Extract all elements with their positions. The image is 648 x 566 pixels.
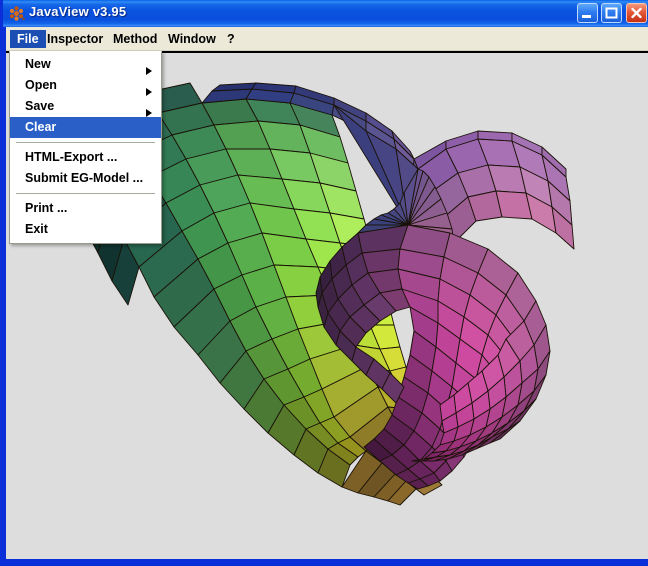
menu-item-open-label: Open — [25, 78, 57, 92]
menu-separator — [16, 142, 155, 143]
menubar-item-method[interactable]: Method — [106, 30, 164, 48]
menu-item-new-label: New — [25, 57, 51, 71]
minimize-button[interactable] — [577, 3, 598, 23]
menubar-item-help[interactable]: ? — [220, 30, 242, 48]
menu-item-html-export[interactable]: HTML-Export ... — [10, 147, 161, 168]
menu-item-save[interactable]: Save — [10, 96, 161, 117]
menu-item-save-label: Save — [25, 99, 55, 113]
menubar-item-inspector[interactable]: Inspector — [40, 30, 110, 48]
menubar-item-window[interactable]: Window — [161, 30, 223, 48]
application-window: JavaView v3.95 File Inspector Method Win… — [0, 0, 648, 566]
file-dropdown-menu[interactable]: New Open Save Clear HTML-Export ... Subm — [9, 51, 162, 244]
close-button[interactable] — [626, 3, 647, 23]
menu-item-clear[interactable]: Clear — [10, 117, 161, 138]
menu-item-new[interactable]: New — [10, 54, 161, 75]
menu-item-exit[interactable]: Exit — [10, 219, 161, 240]
menu-item-exit-label: Exit — [25, 222, 48, 236]
menu-item-html-export-label: HTML-Export ... — [25, 150, 118, 164]
maximize-button[interactable] — [601, 3, 622, 23]
window-title: JavaView v3.95 — [29, 4, 127, 19]
menu-item-submit-eg-model[interactable]: Submit EG-Model ... — [10, 168, 161, 189]
menu-item-open[interactable]: Open — [10, 75, 161, 96]
molecule-icon — [8, 5, 25, 22]
menu-item-clear-label: Clear — [25, 120, 57, 134]
menu-bar: File Inspector Method Window ? — [6, 27, 648, 51]
menu-item-submit-eg-model-label: Submit EG-Model ... — [25, 171, 144, 185]
title-bar[interactable]: JavaView v3.95 — [3, 0, 648, 27]
menu-item-print-label: Print ... — [25, 201, 68, 215]
menu-item-print[interactable]: Print ... — [10, 198, 161, 219]
menu-separator — [16, 193, 155, 194]
